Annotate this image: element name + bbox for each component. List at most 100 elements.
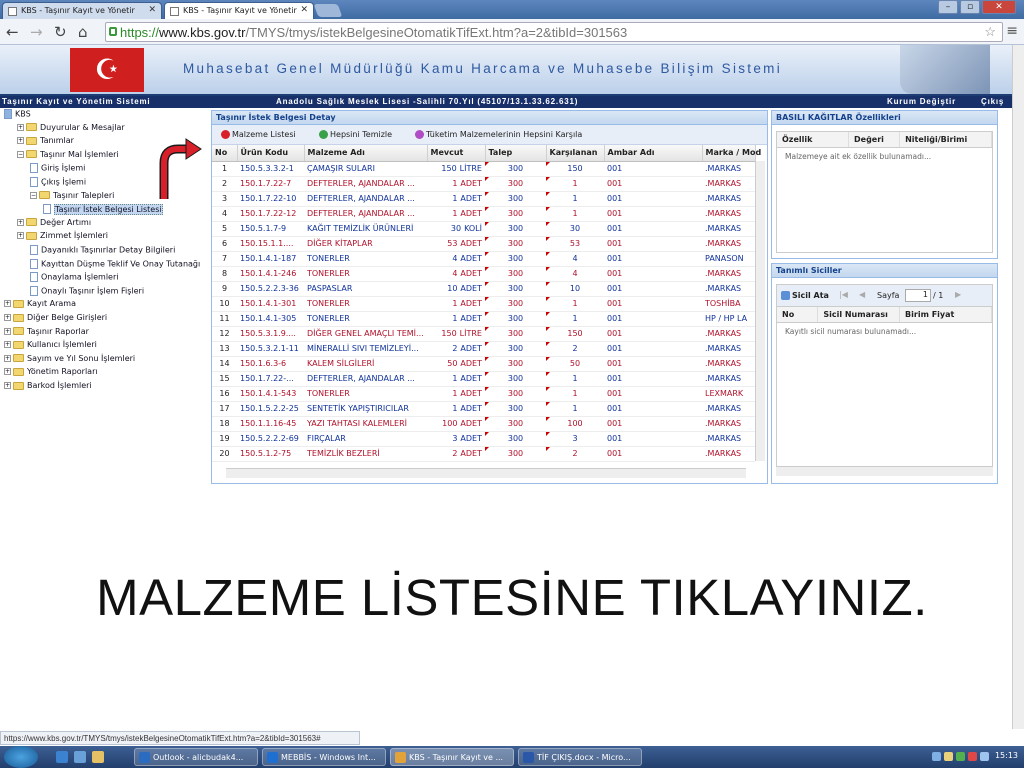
- table-row[interactable]: 2 150.1.7.22-7 DEFTERLER, AJANDALAR ... 1 AD…: [212, 176, 755, 192]
- speaker-icon[interactable]: [944, 752, 953, 761]
- tree-item[interactable]: + Değer Artımı: [17, 218, 91, 227]
- table-row[interactable]: 16 150.1.4.1-543 TONERLER 1 ADET 300 1 001 LEXMA…: [212, 386, 755, 402]
- expand-icon[interactable]: +: [17, 218, 24, 226]
- new-tab-button[interactable]: [313, 4, 343, 17]
- reload-icon[interactable]: ↻: [54, 23, 67, 41]
- ie-icon[interactable]: [56, 751, 68, 763]
- tree-item[interactable]: + Zimmet İşlemleri: [17, 231, 108, 240]
- column-header[interactable]: No: [777, 307, 819, 323]
- table-row[interactable]: 9 150.5.2.2.3-36 PASPASLAR 10 ADET 300 10 001 .M…: [212, 281, 755, 297]
- forward-icon[interactable]: →: [30, 23, 43, 41]
- tree-item[interactable]: KBS: [4, 109, 31, 119]
- table-row[interactable]: 7 150.1.4.1-187 TONERLER 4 ADET 300 4 001 PANASO…: [212, 251, 755, 267]
- taskbar-item[interactable]: KBS - Taşınır Kayıt ve ...: [390, 748, 514, 766]
- home-icon[interactable]: ⌂: [78, 23, 88, 41]
- tree-item[interactable]: Dayanıklı Taşınırlar Detay Bilgileri: [30, 245, 175, 255]
- assign-registry-button[interactable]: Sicil Ata: [781, 291, 829, 300]
- tree-item[interactable]: + Diğer Belge Girişleri: [4, 313, 107, 322]
- column-header[interactable]: Marka / Mod: [702, 145, 761, 162]
- column-header[interactable]: Ambar Adı: [604, 145, 703, 162]
- tree-item[interactable]: Onaylı Taşınır İşlem Fişleri: [30, 285, 144, 296]
- browser-tab-1[interactable]: KBS - Taşınır Kayıt ve Yönetir ✕: [2, 2, 162, 19]
- column-header[interactable]: Karşılanan: [546, 145, 605, 162]
- security-icon[interactable]: [968, 752, 977, 761]
- tree-item[interactable]: + Barkod İşlemleri: [4, 381, 92, 390]
- back-icon[interactable]: ←: [6, 23, 19, 41]
- table-row[interactable]: 4 150.1.7.22-12 DEFTERLER, AJANDALAR ... 1 A…: [212, 206, 755, 222]
- taskbar-item[interactable]: Outlook - alicbudak4...: [134, 748, 258, 766]
- browser-tab-2[interactable]: KBS - Taşınır Kayıt ve Yönetir ✕: [164, 2, 314, 19]
- table-row[interactable]: 8 150.1.4.1-246 TONERLER 4 ADET 300 4 001 .MARKA…: [212, 266, 755, 282]
- bookmark-star-icon[interactable]: ☆: [984, 24, 996, 40]
- tree-item[interactable]: Kayıttan Düşme Teklif Ve Onay Tutanağı: [30, 258, 200, 269]
- registries-horizontal-scrollbar[interactable]: [776, 466, 993, 476]
- column-header[interactable]: No: [212, 145, 238, 162]
- column-header[interactable]: Niteliği/Birimi: [899, 132, 992, 148]
- page-input[interactable]: 1: [905, 289, 931, 302]
- tree-item[interactable]: + Yönetim Raporları: [4, 367, 98, 376]
- tree-item[interactable]: + Kayıt Arama: [4, 299, 76, 308]
- column-header[interactable]: Özellik: [777, 132, 849, 148]
- network-icon[interactable]: [932, 752, 941, 761]
- table-row[interactable]: 19 150.5.2.2.2-69 FIRÇALAR 3 ADET 300 3 001 .MAR…: [212, 431, 755, 447]
- expand-icon[interactable]: +: [17, 232, 24, 240]
- expand-icon[interactable]: +: [17, 137, 24, 145]
- taskbar-item[interactable]: TİF ÇIKIŞ.docx - Micro...: [518, 748, 642, 766]
- collapse-icon[interactable]: −: [17, 150, 24, 158]
- grid-vertical-scrollbar[interactable]: [755, 161, 765, 461]
- taskbar-item[interactable]: MEBBİS - Windows Int...: [262, 748, 386, 766]
- maximize-icon[interactable]: ▫: [960, 0, 980, 14]
- start-button[interactable]: [4, 746, 38, 768]
- tree-item[interactable]: Çıkış İşlemi: [30, 177, 86, 187]
- column-header[interactable]: Malzeme Adı: [304, 145, 428, 162]
- table-row[interactable]: 11 150.1.4.1-305 TONERLER 1 ADET 300 1 001 HP / …: [212, 311, 755, 327]
- expand-icon[interactable]: +: [4, 368, 11, 376]
- column-header[interactable]: Talep: [485, 145, 547, 162]
- folder-icon[interactable]: [92, 751, 104, 763]
- tree-item[interactable]: + Taşınır Raporlar: [4, 327, 89, 336]
- clear-all-button[interactable]: Hepsini Temizle: [319, 130, 392, 139]
- table-row[interactable]: 6 150.15.1.1.... DİĞER KİTAPLAR 53 ADET 300 53…: [212, 236, 755, 252]
- browser-menu-icon[interactable]: ≡: [1006, 23, 1018, 39]
- tree-item[interactable]: Giriş İşlemi: [30, 163, 85, 174]
- tree-item[interactable]: − Taşınır Talepleri: [30, 191, 114, 200]
- material-list-button[interactable]: Malzeme Listesi: [221, 130, 296, 139]
- expand-icon[interactable]: +: [4, 341, 11, 349]
- tree-item[interactable]: + Duyurular & Mesajlar: [17, 123, 125, 132]
- tree-item[interactable]: + Kullanıcı İşlemleri: [4, 340, 97, 349]
- display-icon[interactable]: [980, 752, 989, 761]
- change-org-link[interactable]: Kurum Değiştir: [887, 97, 956, 106]
- tree-item[interactable]: + Tanımlar: [17, 136, 74, 145]
- close-tab-icon[interactable]: ✕: [148, 5, 156, 15]
- logout-link[interactable]: Çıkış: [981, 97, 1004, 106]
- update-icon[interactable]: [956, 752, 965, 761]
- table-row[interactable]: 13 150.5.3.2.1-11 MİNERALLİ SIVI TEMİZLEYİ…: [212, 341, 755, 357]
- table-row[interactable]: 12 150.5.3.1.9.... DİĞER GENEL AMAÇLI TEMİ…: [212, 326, 755, 342]
- close-tab-icon[interactable]: ✕: [300, 5, 308, 15]
- tree-item[interactable]: − Taşınır Mal İşlemleri: [17, 150, 119, 159]
- tree-item[interactable]: Taşınır İstek Belgesi Listesi: [43, 203, 163, 215]
- prev-page-icon[interactable]: ◀: [859, 290, 865, 299]
- expand-icon[interactable]: +: [4, 382, 11, 389]
- tree-item[interactable]: Onaylama İşlemleri: [30, 272, 119, 283]
- next-page-icon[interactable]: ▶: [955, 290, 961, 299]
- expand-icon[interactable]: +: [17, 123, 24, 131]
- column-header[interactable]: Değeri: [848, 132, 901, 148]
- column-header[interactable]: Mevcut: [427, 145, 486, 162]
- table-row[interactable]: 3 150.1.7.22-10 DEFTERLER, AJANDALAR ... 1 A…: [212, 191, 755, 207]
- table-row[interactable]: 18 150.1.1.16-45 YAZI TAHTASI KALEMLERİ 100…: [212, 416, 755, 432]
- fill-all-button[interactable]: Tüketim Malzemelerinin Hepsini Karşıla: [415, 130, 582, 139]
- column-header[interactable]: Ürün Kodu: [237, 145, 305, 162]
- expand-icon[interactable]: +: [4, 314, 11, 321]
- collapse-icon[interactable]: −: [30, 191, 37, 199]
- table-row[interactable]: 17 150.1.5.2.2-25 SENTETİK YAPIŞTIRICILAR 1…: [212, 401, 755, 417]
- minimize-icon[interactable]: –: [938, 0, 958, 14]
- desktop-icon[interactable]: [74, 751, 86, 763]
- table-row[interactable]: 1 150.5.3.3.2-1 ÇAMAŞIR SULARI 150 LİTRE 300 1…: [212, 161, 755, 177]
- close-window-icon[interactable]: ✕: [982, 0, 1016, 14]
- column-header[interactable]: Birim Fiyat: [899, 307, 992, 323]
- expand-icon[interactable]: +: [4, 354, 11, 362]
- table-row[interactable]: 14 150.1.6.3-6 KALEM SİLGİLERİ 50 ADET 300 50 0…: [212, 356, 755, 372]
- first-page-icon[interactable]: |◀: [839, 290, 848, 299]
- column-header[interactable]: Sicil Numarası: [817, 307, 901, 323]
